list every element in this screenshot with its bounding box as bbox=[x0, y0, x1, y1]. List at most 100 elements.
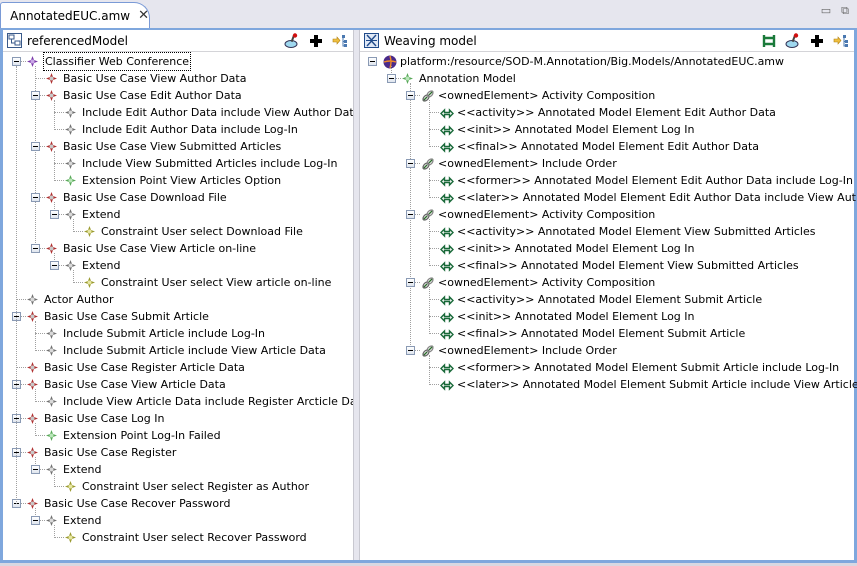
tree-item-label[interactable]: Include View Article Data include Regist… bbox=[63, 393, 368, 410]
close-tab-button[interactable]: ✕ bbox=[138, 8, 149, 23]
tree-item[interactable]: Extend bbox=[3, 512, 353, 529]
tree-item-label[interactable]: Basic Use Case Register Article Data bbox=[44, 359, 245, 376]
tree-item-label[interactable]: <<later>> Annotated Model Element Edit A… bbox=[457, 189, 857, 206]
tree-item-label[interactable]: Annotation Model bbox=[419, 70, 516, 87]
pane-splitter[interactable] bbox=[353, 30, 360, 560]
tree-item[interactable]: <<later>> Annotated Model Element Submit… bbox=[360, 376, 857, 393]
collapse-toggle[interactable] bbox=[387, 74, 396, 83]
tree-item-label[interactable]: Include View Submitted Articles include … bbox=[82, 155, 337, 172]
tree-item[interactable]: Include Submit Article include Log-In bbox=[3, 325, 353, 342]
tree-item[interactable]: Include Edit Author Data include Log-In bbox=[3, 121, 353, 138]
tree-item[interactable]: <<init>> Annotated Model Element Log In bbox=[360, 121, 854, 138]
tree-item[interactable]: Constraint User select Register as Autho… bbox=[3, 478, 353, 495]
tree-item-label[interactable]: <<activity>> Annotated Model Element Sub… bbox=[457, 291, 762, 308]
collapse-toggle[interactable] bbox=[12, 57, 21, 66]
collapse-toggle[interactable] bbox=[406, 210, 415, 219]
tree-item[interactable]: Extend bbox=[3, 461, 353, 478]
tree-item[interactable]: Extension Point View Articles Option bbox=[3, 172, 353, 189]
tree-item-label[interactable]: Constraint User select Download File bbox=[101, 223, 303, 240]
tree-item-label[interactable]: Basic Use Case Download File bbox=[63, 189, 227, 206]
tree-item-label[interactable]: Basic Use Case Log In bbox=[44, 410, 164, 427]
tree-item[interactable]: Basic Use Case Edit Author Data bbox=[3, 87, 353, 104]
tree-item[interactable]: <<former>> Annotated Model Element Submi… bbox=[360, 359, 854, 376]
collapse-toggle[interactable] bbox=[406, 346, 415, 355]
tree-item-label[interactable]: Constraint User select Register as Autho… bbox=[82, 478, 309, 495]
tree-item[interactable]: Constraint User select Recover Password bbox=[3, 529, 353, 546]
tree-item[interactable]: Include View Article Data include Regist… bbox=[3, 393, 368, 410]
collapse-toggle[interactable] bbox=[31, 465, 40, 474]
collapse-toggle[interactable] bbox=[31, 193, 40, 202]
tree-item-label[interactable]: Extend bbox=[82, 206, 121, 223]
collapse-toggle[interactable] bbox=[406, 159, 415, 168]
tree-item-label[interactable]: Basic Use Case View Article Data bbox=[44, 376, 226, 393]
tree-item[interactable]: Basic Use Case Submit Article bbox=[3, 308, 353, 325]
collapse-toggle[interactable] bbox=[50, 261, 59, 270]
tree-item-label[interactable]: <<activity>> Annotated Model Element Vie… bbox=[457, 223, 815, 240]
tree-item[interactable]: <<activity>> Annotated Model Element Vie… bbox=[360, 223, 854, 240]
filter-icon[interactable] bbox=[784, 32, 802, 50]
tree-item[interactable]: Include Submit Article include View Arti… bbox=[3, 342, 353, 359]
tree-item[interactable]: <ownedElement> Activity Composition bbox=[360, 274, 854, 291]
tree-item[interactable]: Include Edit Author Data include View Au… bbox=[3, 104, 360, 121]
link-tree-icon[interactable] bbox=[331, 32, 349, 50]
add-icon[interactable] bbox=[307, 32, 325, 50]
tree-item[interactable]: Annotation Model bbox=[360, 70, 854, 87]
tree-item[interactable]: <<final>> Annotated Model Element Edit A… bbox=[360, 138, 854, 155]
tree-item[interactable]: Constraint User select View article on-l… bbox=[3, 274, 353, 291]
add-icon[interactable] bbox=[808, 32, 826, 50]
collapse-toggle[interactable] bbox=[50, 210, 59, 219]
tree-item-label[interactable]: <ownedElement> Activity Composition bbox=[438, 206, 655, 223]
tree-item-label[interactable]: Extension Point View Articles Option bbox=[82, 172, 281, 189]
tree-item-label[interactable]: Basic Use Case Register bbox=[44, 444, 176, 461]
link-tree-icon[interactable] bbox=[832, 32, 850, 50]
tree-item[interactable]: Constraint User select Download File bbox=[3, 223, 353, 240]
tree-item[interactable]: Basic Use Case Download File bbox=[3, 189, 353, 206]
tree-item[interactable]: Basic Use Case Register Article Data bbox=[3, 359, 353, 376]
collapse-toggle[interactable] bbox=[31, 91, 40, 100]
tree-item[interactable]: <<init>> Annotated Model Element Log In bbox=[360, 240, 854, 257]
restore-button[interactable]: ⧉ bbox=[841, 4, 849, 18]
tree-item-label[interactable]: Basic Use Case View Submitted Articles bbox=[63, 138, 281, 155]
tree-item[interactable]: <<activity>> Annotated Model Element Sub… bbox=[360, 291, 854, 308]
tree-item[interactable]: <<activity>> Annotated Model Element Edi… bbox=[360, 104, 854, 121]
tree-item[interactable]: Extension Point Log-In Failed bbox=[3, 427, 353, 444]
tree-item-label[interactable]: <<later>> Annotated Model Element Submit… bbox=[457, 376, 857, 393]
tree-item-label[interactable]: <ownedElement> Include Order bbox=[438, 342, 617, 359]
tree-item[interactable]: <ownedElement> Activity Composition bbox=[360, 206, 854, 223]
tree-item[interactable]: Basic Use Case Recover Password bbox=[3, 495, 353, 512]
minimize-button[interactable]: ▭ bbox=[821, 4, 831, 18]
tree-item[interactable]: Actor Author bbox=[3, 291, 353, 308]
filter-icon[interactable] bbox=[283, 32, 301, 50]
collapse-toggle[interactable] bbox=[368, 57, 377, 66]
tree-item-label[interactable]: Basic Use Case Submit Article bbox=[44, 308, 209, 325]
tree-item-label[interactable]: <<activity>> Annotated Model Element Edi… bbox=[457, 104, 776, 121]
editor-tab[interactable]: AnnotatedEUC.amw ✕ bbox=[0, 2, 150, 28]
tree-item-label[interactable]: Basic Use Case View Author Data bbox=[63, 70, 246, 87]
tree-item-label[interactable]: Include Submit Article include View Arti… bbox=[63, 342, 326, 359]
tree-item-label[interactable]: Extend bbox=[63, 461, 102, 478]
tree-item-label[interactable]: <<final>> Annotated Model Element View S… bbox=[457, 257, 799, 274]
tree-item-label[interactable]: Classifier Web Conference bbox=[42, 52, 192, 71]
tree-item[interactable]: Basic Use Case View Article Data bbox=[3, 376, 353, 393]
tree-item-label[interactable]: <<init>> Annotated Model Element Log In bbox=[457, 240, 695, 257]
tree-item[interactable]: Basic Use Case View Submitted Articles bbox=[3, 138, 353, 155]
tree-item-label[interactable]: Include Submit Article include Log-In bbox=[63, 325, 265, 342]
tree-item[interactable]: Include View Submitted Articles include … bbox=[3, 155, 353, 172]
tree-item[interactable]: Basic Use Case View Author Data bbox=[3, 70, 353, 87]
tree-item-label[interactable]: <<final>> Annotated Model Element Submit… bbox=[457, 325, 745, 342]
tree-item[interactable]: Basic Use Case Register bbox=[3, 444, 353, 461]
tree-item[interactable]: Classifier Web Conference bbox=[3, 52, 353, 71]
collapse-toggle[interactable] bbox=[406, 278, 415, 287]
tree-item[interactable]: <ownedElement> Activity Composition bbox=[360, 87, 854, 104]
tree-item-label[interactable]: <ownedElement> Include Order bbox=[438, 155, 617, 172]
tree-item[interactable]: platform:/resource/SOD-M.Annotation/Big.… bbox=[360, 53, 854, 70]
tree-item-label[interactable]: Extension Point Log-In Failed bbox=[63, 427, 221, 444]
tree-item[interactable]: Extend bbox=[3, 206, 353, 223]
collapse-toggle[interactable] bbox=[31, 516, 40, 525]
tree-item[interactable]: <<later>> Annotated Model Element Edit A… bbox=[360, 189, 857, 206]
tree-item-label[interactable]: Basic Use Case Recover Password bbox=[44, 495, 230, 512]
tree-item[interactable]: Basic Use Case Log In bbox=[3, 410, 353, 427]
tree-item[interactable]: Extend bbox=[3, 257, 353, 274]
tree-item-label[interactable]: Extend bbox=[82, 257, 121, 274]
tree-item-label[interactable]: Basic Use Case View Article on-line bbox=[63, 240, 256, 257]
